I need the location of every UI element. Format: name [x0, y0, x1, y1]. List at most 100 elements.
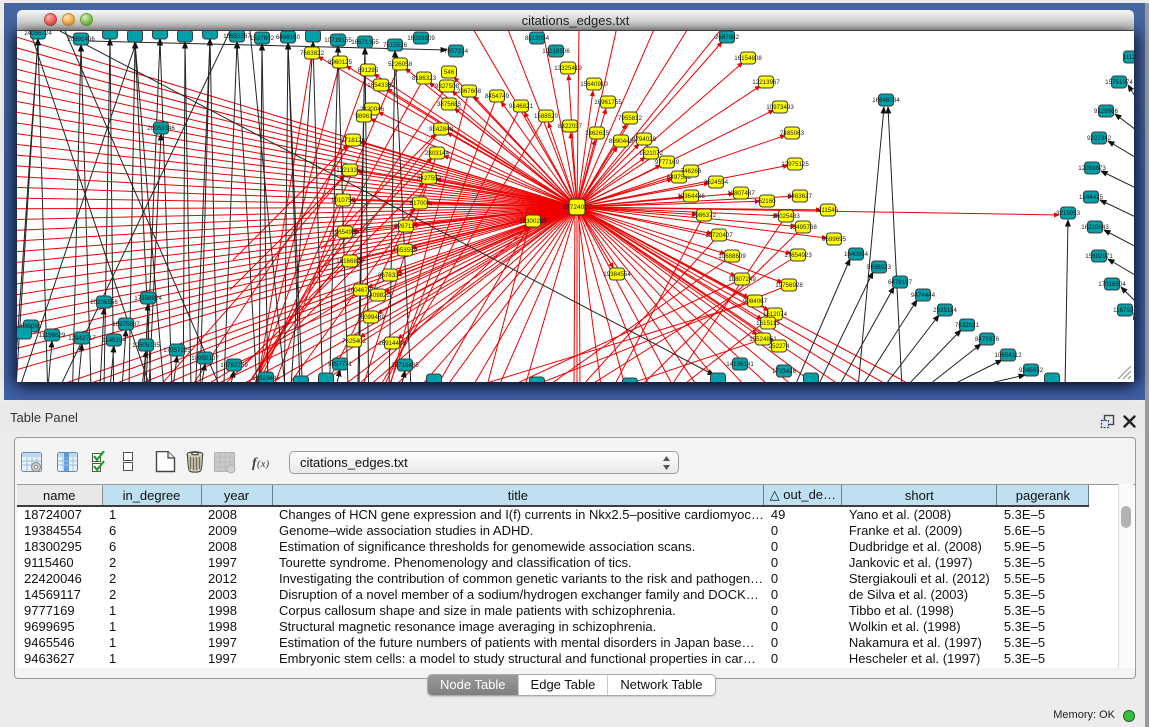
svg-text:15716485: 15716485 [391, 362, 419, 369]
svg-text:62160: 62160 [758, 198, 776, 205]
svg-text:12975125: 12975125 [781, 161, 809, 168]
svg-text:7515526: 7515526 [383, 42, 408, 49]
svg-text:9129966: 9129966 [1094, 108, 1119, 115]
svg-text:20206556: 20206556 [90, 299, 118, 306]
svg-text:1588520: 1588520 [534, 113, 559, 120]
svg-text:20691406: 20691406 [67, 36, 95, 43]
svg-text:9084067: 9084067 [743, 298, 768, 305]
svg-text:891295: 891295 [358, 67, 379, 74]
svg-text:1167534: 1167534 [1113, 307, 1134, 314]
svg-text:15495768: 15495768 [789, 224, 817, 231]
svg-text:9146821: 9146821 [509, 103, 534, 110]
svg-text:12213967: 12213967 [752, 79, 780, 86]
svg-text:9227342: 9227342 [1087, 135, 1112, 142]
svg-text:1353559: 1353559 [393, 247, 418, 254]
svg-text:7625402: 7625402 [342, 338, 367, 345]
svg-text:24055724: 24055724 [24, 31, 52, 37]
svg-text:7663822: 7663822 [300, 50, 325, 57]
svg-text:1621072: 1621072 [639, 150, 664, 157]
svg-text:18807249: 18807249 [728, 276, 756, 283]
svg-text:19384554: 19384554 [603, 271, 631, 278]
svg-text:19166829: 19166829 [336, 258, 364, 265]
svg-text:1527602: 1527602 [250, 35, 275, 42]
svg-text:16543382: 16543382 [367, 82, 395, 89]
svg-text:1145194: 1145194 [102, 337, 126, 344]
svg-text:16961755: 16961755 [594, 99, 622, 106]
svg-text:18724007: 18724007 [563, 204, 592, 211]
svg-text:3624554: 3624554 [704, 179, 729, 186]
svg-text:18300295: 18300295 [519, 218, 547, 225]
svg-text:20364436: 20364436 [677, 193, 705, 200]
svg-text:12093873: 12093873 [1078, 165, 1106, 172]
svg-text:817006: 817006 [410, 200, 431, 207]
svg-text:10807487: 10807487 [727, 190, 755, 197]
svg-text:2687682: 2687682 [715, 34, 740, 41]
svg-text:16033809: 16033809 [407, 35, 435, 42]
svg-text:746266: 746266 [681, 168, 702, 175]
svg-text:16154808: 16154808 [734, 55, 762, 62]
svg-text:1409822: 1409822 [366, 292, 391, 299]
svg-text:7632621: 7632621 [955, 322, 980, 329]
svg-text:8454749: 8454749 [485, 93, 510, 100]
svg-text:9245652: 9245652 [1019, 367, 1044, 374]
svg-text:6479197: 6479197 [888, 279, 913, 286]
svg-text:8471676: 8471676 [975, 336, 1000, 343]
svg-text:8678334: 8678334 [378, 272, 403, 279]
svg-text:10958107: 10958107 [191, 355, 219, 362]
svg-text:8990443: 8990443 [609, 138, 634, 145]
svg-text:3875685: 3875685 [437, 101, 462, 108]
svg-text:7857224: 7857224 [444, 48, 469, 55]
svg-text:15720407: 15720407 [705, 232, 733, 239]
svg-text:11156829: 11156829 [39, 332, 66, 339]
svg-text:1733426: 1733426 [772, 368, 797, 375]
svg-text:5226058: 5226058 [388, 61, 413, 68]
svg-text:2867608: 2867608 [457, 88, 482, 95]
svg-text:9463627: 9463627 [788, 193, 813, 200]
svg-text:9327508: 9327508 [435, 83, 460, 90]
svg-text:17957225: 17957225 [163, 347, 191, 354]
svg-text:8960125: 8960125 [328, 59, 353, 66]
svg-text:1010755: 1010755 [331, 197, 356, 204]
svg-text:19654985: 19654985 [331, 229, 359, 236]
svg-text:7485063: 7485063 [780, 130, 805, 137]
svg-text:(x): (x) [257, 458, 270, 470]
svg-text:19218506: 19218506 [542, 48, 570, 55]
svg-text:8267115: 8267115 [394, 223, 418, 230]
svg-text:15692971: 15692971 [1085, 253, 1113, 260]
svg-text:16210643: 16210643 [1081, 224, 1109, 231]
svg-text:10688609: 10688609 [718, 253, 746, 260]
svg-text:12505135: 12505135 [132, 342, 160, 349]
svg-text:1640954: 1640954 [844, 251, 869, 258]
svg-text:12942717: 12942717 [68, 335, 96, 342]
svg-text:11124: 11124 [1123, 54, 1134, 61]
svg-text:19756928: 19756928 [775, 282, 803, 289]
svg-text:12213369: 12213369 [336, 167, 364, 174]
svg-text:5938923: 5938923 [867, 264, 892, 271]
svg-text:15751074: 15751074 [1105, 79, 1133, 86]
svg-text:16648784: 16648784 [872, 97, 900, 104]
svg-text:1615112: 1615112 [756, 320, 780, 327]
svg-text:8186323: 8186323 [412, 75, 437, 82]
svg-text:546: 546 [444, 69, 455, 76]
svg-text:8427552: 8427552 [417, 175, 442, 182]
svg-text:9777169: 9777169 [655, 159, 680, 166]
svg-text:10654112: 10654112 [994, 352, 1022, 359]
svg-text:6466160: 6466160 [276, 34, 301, 41]
svg-text:252274: 252274 [769, 343, 790, 350]
svg-text:8322037: 8322037 [558, 123, 583, 130]
svg-text:15640910: 15640910 [580, 81, 608, 88]
svg-text:2803144: 2803144 [425, 150, 450, 157]
svg-text:9857771: 9857771 [328, 361, 353, 368]
svg-text:14136141: 14136141 [726, 361, 754, 368]
svg-text:10719165: 10719165 [324, 37, 352, 44]
svg-text:7986372: 7986372 [692, 212, 717, 219]
svg-text:13325419: 13325419 [554, 65, 582, 72]
svg-text:20053346: 20053346 [147, 125, 175, 132]
svg-text:8813054: 8813054 [525, 35, 550, 42]
svg-text:1362615: 1362615 [585, 130, 610, 137]
svg-text:2718126: 2718126 [341, 137, 366, 144]
svg-text:16782759: 16782759 [220, 362, 248, 369]
svg-text:17016504: 17016504 [1098, 281, 1126, 288]
svg-text:9474444: 9474444 [911, 292, 936, 299]
svg-text:98961: 98961 [355, 113, 373, 120]
